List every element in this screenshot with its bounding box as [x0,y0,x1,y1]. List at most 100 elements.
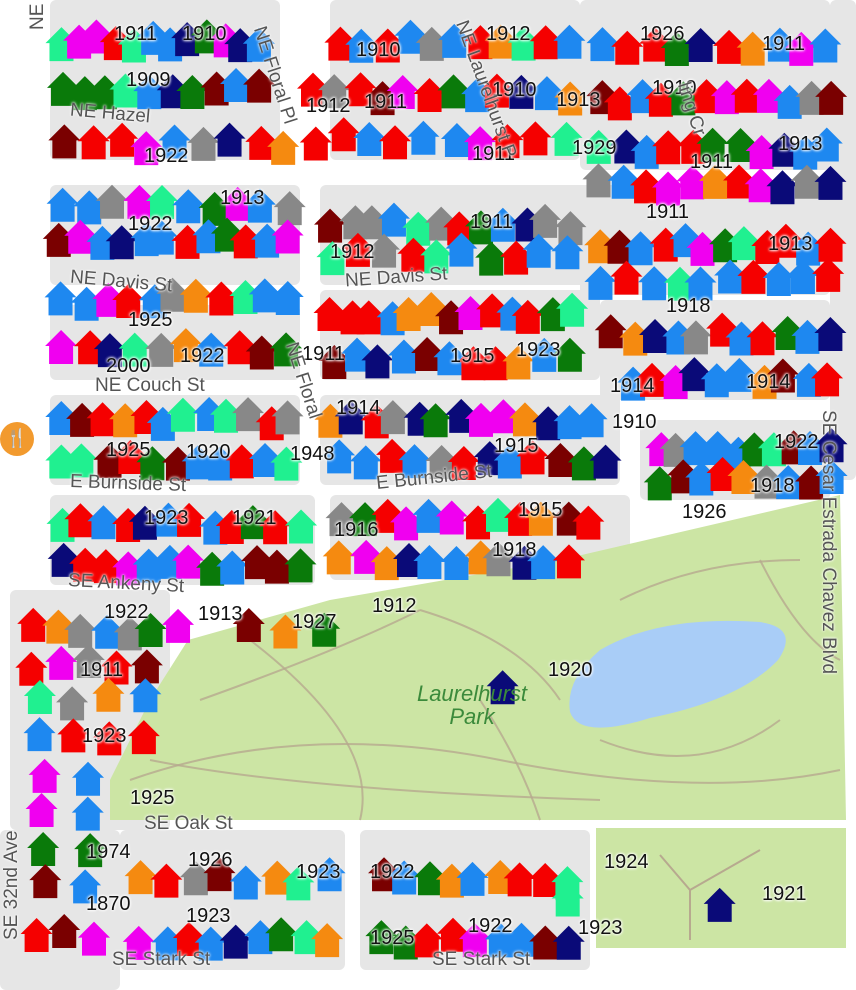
house-marker[interactable] [762,262,795,297]
house-marker[interactable] [553,24,586,59]
house-marker[interactable] [552,544,585,579]
house-marker[interactable] [25,792,58,827]
year-label: 1920 [548,659,593,681]
house-marker[interactable] [327,117,360,152]
year-label: 1948 [290,443,335,465]
house-marker[interactable] [232,397,265,432]
house-marker[interactable] [589,444,622,479]
house-marker[interactable] [71,796,104,831]
house-marker[interactable] [15,651,48,686]
house-marker[interactable] [529,925,562,960]
house-marker[interactable] [529,203,562,238]
house-marker[interactable] [162,608,195,643]
house-marker[interactable] [187,126,220,161]
house-marker[interactable] [811,362,844,397]
house-marker[interactable] [205,281,238,316]
house-marker[interactable] [611,30,644,65]
house-marker[interactable] [353,122,386,157]
house-marker[interactable] [273,191,306,226]
house-marker[interactable] [20,917,53,952]
house-marker[interactable] [219,924,252,959]
house-marker[interactable] [809,28,842,63]
year-label: 1974 [86,841,131,863]
house-marker[interactable] [172,189,205,224]
house-marker[interactable] [56,686,89,721]
house-marker[interactable] [643,466,676,501]
house-marker[interactable] [684,28,717,63]
house-marker[interactable] [229,865,262,900]
house-marker[interactable] [267,130,300,165]
house-marker[interactable] [27,831,60,866]
house-marker[interactable] [77,125,110,160]
house-marker[interactable] [503,862,536,897]
house-marker[interactable] [127,720,160,755]
house-marker[interactable] [376,400,409,435]
house-marker[interactable] [46,187,79,222]
house-marker[interactable] [575,403,608,438]
house-marker[interactable] [610,260,643,295]
year-label: 1925 [130,787,175,809]
house-marker[interactable] [746,321,779,356]
house-marker[interactable] [172,544,205,579]
house-marker[interactable] [322,540,355,575]
house-marker[interactable] [299,126,332,161]
house-marker[interactable] [45,329,78,364]
house-marker[interactable] [714,259,747,294]
house-marker[interactable] [435,500,468,535]
house-marker[interactable] [23,717,56,752]
house-marker[interactable] [213,122,246,157]
house-marker[interactable] [815,80,848,115]
house-marker[interactable] [407,120,440,155]
house-marker[interactable] [130,649,163,684]
house-marker[interactable] [216,550,249,585]
house-marker[interactable] [29,864,62,899]
house-marker[interactable] [413,77,446,112]
house-marker[interactable] [78,921,111,956]
house-marker[interactable] [456,861,489,896]
year-label: 1915 [494,435,539,457]
house-marker[interactable] [150,863,183,898]
house-marker[interactable] [265,917,298,952]
house-marker[interactable] [440,546,473,581]
house-marker[interactable] [475,241,508,276]
house-marker[interactable] [379,125,412,160]
year-label: 1870 [86,893,131,915]
house-marker[interactable] [652,130,685,165]
house-marker[interactable] [624,231,657,266]
house-marker[interactable] [166,397,199,432]
house-marker[interactable] [245,335,278,370]
house-marker[interactable] [284,548,317,583]
house-marker[interactable] [28,758,61,793]
house-marker[interactable] [814,316,847,351]
house-marker[interactable] [377,202,410,237]
house-marker[interactable] [703,887,736,922]
year-label: 1910 [182,23,227,45]
house-marker[interactable] [45,645,78,680]
restaurant-icon[interactable]: 🍴 [0,422,34,456]
house-marker[interactable] [64,613,97,648]
house-marker[interactable] [48,913,81,948]
house-marker[interactable] [556,292,589,327]
map-view[interactable]: 1911 1910 1910 1912 1926 1911 1909 1912 1911 1910… [0,0,856,990]
house-marker[interactable] [314,208,347,243]
house-marker[interactable] [766,170,799,205]
house-marker[interactable] [679,320,712,355]
house-marker[interactable] [96,184,129,219]
house-marker[interactable] [311,923,344,958]
year-label: 1921 [232,507,277,529]
house-marker[interactable] [814,227,847,262]
house-marker[interactable] [814,165,847,200]
house-marker[interactable] [586,27,619,62]
house-marker[interactable] [271,400,304,435]
house-marker[interactable] [285,509,318,544]
house-marker[interactable] [176,74,209,109]
house-marker[interactable] [48,124,81,159]
house-marker[interactable] [72,761,105,796]
house-marker[interactable] [106,122,139,157]
house-marker[interactable] [519,121,552,156]
house-marker[interactable] [124,860,157,895]
house-marker[interactable] [529,25,562,60]
house-marker[interactable] [594,314,627,349]
house-marker[interactable] [584,265,617,300]
house-marker[interactable] [271,281,304,316]
